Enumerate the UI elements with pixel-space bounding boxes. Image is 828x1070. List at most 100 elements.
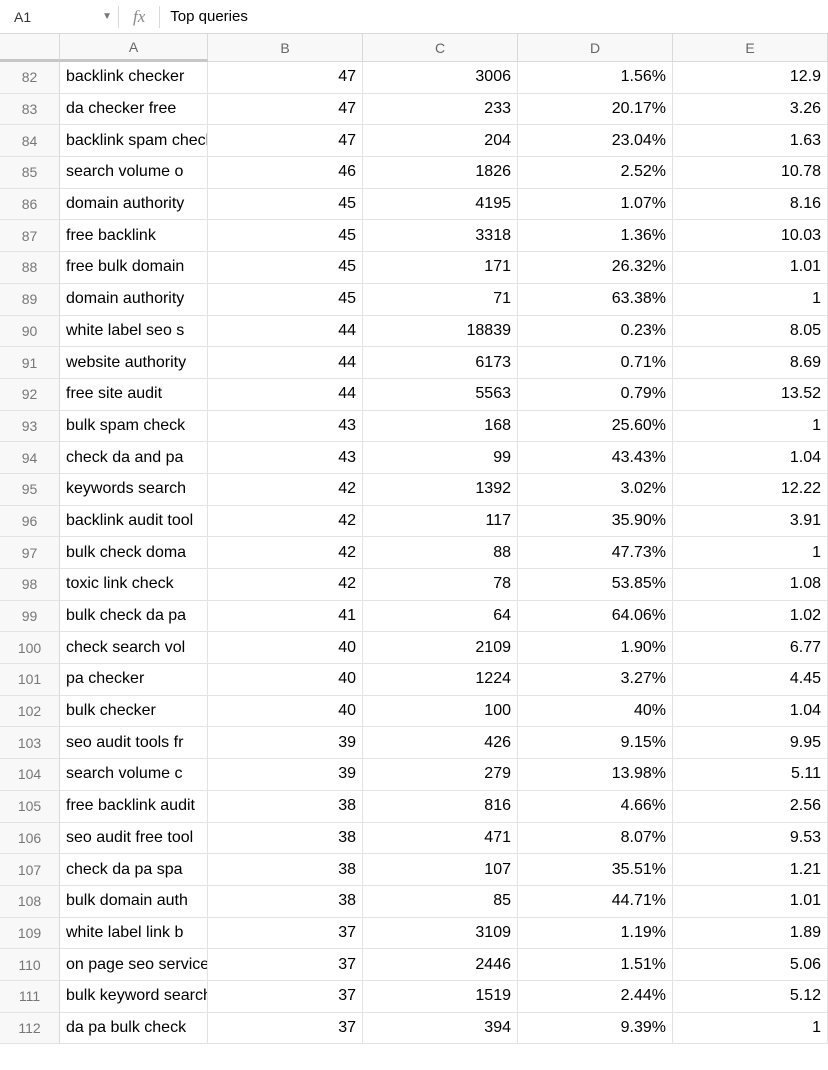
cell[interactable]: 204	[363, 125, 518, 157]
cell[interactable]: 64.06%	[518, 601, 673, 633]
row-header[interactable]: 104	[0, 759, 60, 791]
cell[interactable]: 1.01	[673, 252, 828, 284]
cell[interactable]: 46	[208, 157, 363, 189]
cell[interactable]: backlink audit tool	[60, 506, 208, 538]
row-header[interactable]: 93	[0, 411, 60, 443]
row-header[interactable]: 108	[0, 886, 60, 918]
cell[interactable]: 1.90%	[518, 632, 673, 664]
cell[interactable]: 9.15%	[518, 727, 673, 759]
row-header[interactable]: 90	[0, 316, 60, 348]
row-header[interactable]: 85	[0, 157, 60, 189]
cell[interactable]: bulk check da pa	[60, 601, 208, 633]
row-header[interactable]: 91	[0, 347, 60, 379]
cell[interactable]: free backlink	[60, 220, 208, 252]
column-header-E[interactable]: E	[673, 34, 828, 62]
row-header[interactable]: 99	[0, 601, 60, 633]
row-header[interactable]: 105	[0, 791, 60, 823]
cell[interactable]: 18839	[363, 316, 518, 348]
cell[interactable]: domain authority	[60, 189, 208, 221]
cell[interactable]: 42	[208, 537, 363, 569]
cell[interactable]: search volume o	[60, 157, 208, 189]
cell[interactable]: 44.71%	[518, 886, 673, 918]
cell[interactable]: 171	[363, 252, 518, 284]
cell[interactable]: 107	[363, 854, 518, 886]
name-box[interactable]: A1 ▼	[6, 4, 118, 30]
cell[interactable]: 1392	[363, 474, 518, 506]
cell[interactable]: backlink checker	[60, 62, 208, 94]
cell[interactable]: bulk keyword search	[60, 981, 208, 1013]
cell[interactable]: 168	[363, 411, 518, 443]
cell[interactable]: keywords search	[60, 474, 208, 506]
cell[interactable]: 40	[208, 632, 363, 664]
cell[interactable]: 8.07%	[518, 823, 673, 855]
cell[interactable]: 37	[208, 949, 363, 981]
row-header[interactable]: 95	[0, 474, 60, 506]
cell[interactable]: 5.11	[673, 759, 828, 791]
cell[interactable]: 40	[208, 664, 363, 696]
cell[interactable]: check da and pa	[60, 442, 208, 474]
cell[interactable]: 20.17%	[518, 94, 673, 126]
row-header[interactable]: 89	[0, 284, 60, 316]
cell[interactable]: 40	[208, 696, 363, 728]
row-header[interactable]: 83	[0, 94, 60, 126]
row-header[interactable]: 112	[0, 1013, 60, 1045]
cell[interactable]: 1519	[363, 981, 518, 1013]
cell[interactable]: 3.26	[673, 94, 828, 126]
cell[interactable]: 1.07%	[518, 189, 673, 221]
cell[interactable]: 42	[208, 474, 363, 506]
row-header[interactable]: 82	[0, 62, 60, 94]
cell[interactable]: 9.95	[673, 727, 828, 759]
cell[interactable]: 85	[363, 886, 518, 918]
row-header[interactable]: 111	[0, 981, 60, 1013]
cell[interactable]: 53.85%	[518, 569, 673, 601]
cell[interactable]: bulk domain auth	[60, 886, 208, 918]
cell[interactable]: pa checker	[60, 664, 208, 696]
cell[interactable]: 44	[208, 347, 363, 379]
column-header-C[interactable]: C	[363, 34, 518, 62]
cell[interactable]: 1.19%	[518, 918, 673, 950]
cell[interactable]: 233	[363, 94, 518, 126]
cell[interactable]: 42	[208, 506, 363, 538]
cell[interactable]: 1.04	[673, 696, 828, 728]
cell[interactable]: 1	[673, 537, 828, 569]
cell[interactable]: 37	[208, 918, 363, 950]
cell[interactable]: 1.01	[673, 886, 828, 918]
cell[interactable]: 37	[208, 981, 363, 1013]
cell[interactable]: seo audit free tool	[60, 823, 208, 855]
cell[interactable]: 45	[208, 189, 363, 221]
row-header[interactable]: 100	[0, 632, 60, 664]
row-header[interactable]: 103	[0, 727, 60, 759]
cell[interactable]: bulk checker	[60, 696, 208, 728]
cell[interactable]: toxic link check	[60, 569, 208, 601]
cell[interactable]: 426	[363, 727, 518, 759]
cell[interactable]: 2.44%	[518, 981, 673, 1013]
cell[interactable]: 279	[363, 759, 518, 791]
row-header[interactable]: 98	[0, 569, 60, 601]
cell[interactable]: 1.21	[673, 854, 828, 886]
cell[interactable]: check search vol	[60, 632, 208, 664]
cell[interactable]: 10.78	[673, 157, 828, 189]
cell[interactable]: 10.03	[673, 220, 828, 252]
cell[interactable]: search volume c	[60, 759, 208, 791]
cell[interactable]: 44	[208, 379, 363, 411]
cell[interactable]: 47	[208, 125, 363, 157]
cell[interactable]: 1.51%	[518, 949, 673, 981]
cell[interactable]: 39	[208, 727, 363, 759]
cell[interactable]: white label link b	[60, 918, 208, 950]
row-header[interactable]: 107	[0, 854, 60, 886]
cell[interactable]: website authority	[60, 347, 208, 379]
cell[interactable]: backlink spam checker	[60, 125, 208, 157]
cell[interactable]: da checker free	[60, 94, 208, 126]
cell[interactable]: seo audit tools fr	[60, 727, 208, 759]
cell[interactable]: 1	[673, 411, 828, 443]
cell[interactable]: 71	[363, 284, 518, 316]
row-header[interactable]: 106	[0, 823, 60, 855]
row-header[interactable]: 88	[0, 252, 60, 284]
cell[interactable]: bulk check doma	[60, 537, 208, 569]
column-header-B[interactable]: B	[208, 34, 363, 62]
cell[interactable]: 4.45	[673, 664, 828, 696]
cell[interactable]: 41	[208, 601, 363, 633]
cell[interactable]: 3318	[363, 220, 518, 252]
select-all-corner[interactable]	[0, 34, 60, 62]
cell[interactable]: 1224	[363, 664, 518, 696]
